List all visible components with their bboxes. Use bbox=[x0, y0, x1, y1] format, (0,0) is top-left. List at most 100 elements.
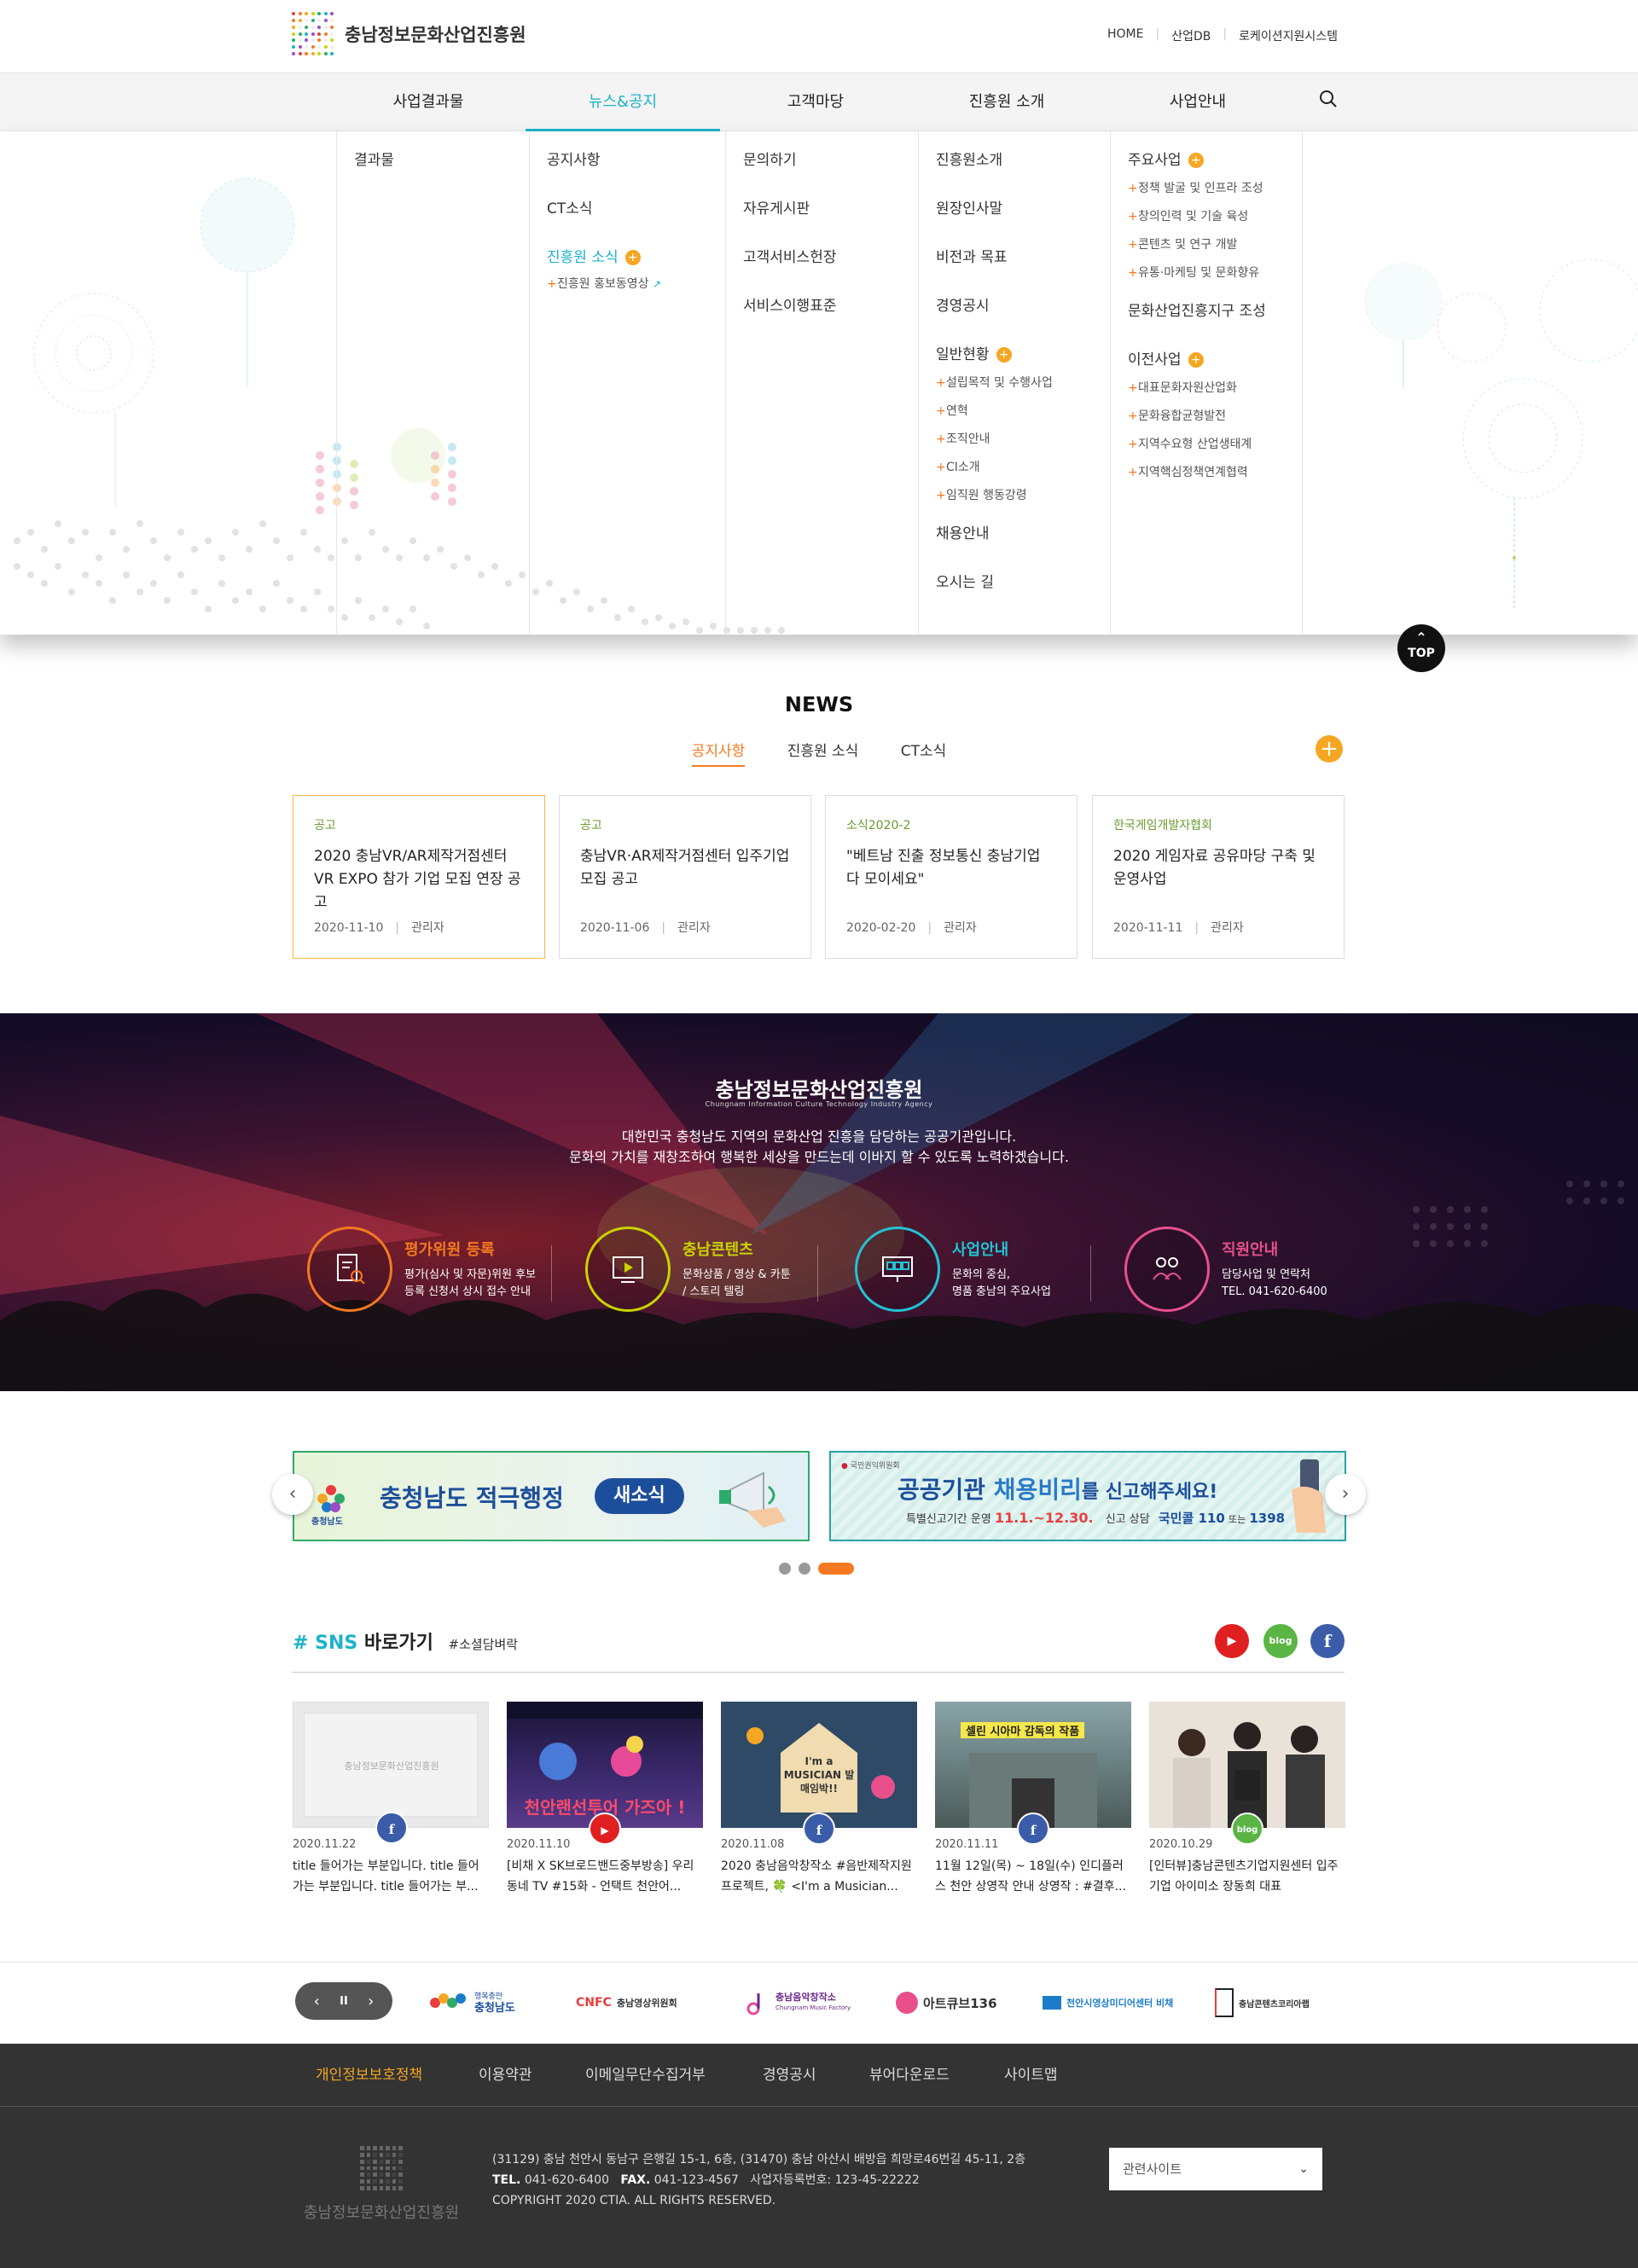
pagination-dot[interactable] bbox=[779, 1563, 791, 1575]
sns-post[interactable]: 충남정보문화산업진흥원 f 2020.11.22 title 들어가는 부분입니… bbox=[293, 1702, 489, 1897]
chevron-left-icon[interactable]: ‹ bbox=[314, 1992, 320, 2010]
footer-link-privacy[interactable]: 개인정보보호정책 bbox=[316, 2044, 422, 2107]
news-meta: 2020-11-06 | 관리자 bbox=[580, 921, 711, 935]
footer-nav: 개인정보보호정책 이용약관 이메일무단수집거부 경영공시 뷰어다운로드 사이트맵 bbox=[0, 2044, 1638, 2107]
footer-link-viewer[interactable]: 뷰어다운로드 bbox=[869, 2044, 950, 2107]
mega-sub-history[interactable]: 연혁 bbox=[936, 397, 1110, 426]
related-sites-select[interactable]: 관련사이트 ⌄ bbox=[1109, 2148, 1322, 2190]
banner-active-admin[interactable]: 충청남도 충청남도 적극행정 새소식 bbox=[293, 1451, 810, 1541]
news-tabs: 공지사항 진흥원 소식 CT소식 bbox=[0, 739, 1638, 767]
mega-link-recruit[interactable]: 채용안내 bbox=[936, 510, 1110, 559]
mega-sub-culture-resource[interactable]: 대표문화자원산업화 bbox=[1128, 374, 1302, 403]
news-card[interactable]: 공고 충남VR·AR제작거점센터 입주기업 모집 공고 2020-11-06 | 관… bbox=[559, 795, 811, 959]
partner-logo[interactable]: 아트큐브136 bbox=[896, 1987, 997, 2018]
banner-next-button[interactable]: › bbox=[1325, 1474, 1366, 1515]
tab-ct-news[interactable]: CT소식 bbox=[901, 739, 947, 765]
mega-link-disclosure[interactable]: 경영공시 bbox=[936, 282, 1110, 331]
logo-dot bbox=[373, 2172, 377, 2178]
mega-link-inquiry[interactable]: 문의하기 bbox=[743, 136, 918, 185]
post-text: [인터뷰]충남콘텐츠기업지원센터 입주기업 아이미소 장동희 대표 bbox=[1149, 1859, 1339, 1894]
mega-link-greeting[interactable]: 원장인사말 bbox=[936, 185, 1110, 234]
facebook-icon[interactable]: f bbox=[1310, 1624, 1345, 1658]
mega-sub-promo-video[interactable]: 진흥원 홍보동영상 ↗ bbox=[547, 270, 725, 299]
mega-sub-ci[interactable]: CI소개 bbox=[936, 454, 1110, 482]
mega-link-charter[interactable]: 고객서비스헌장 bbox=[743, 234, 918, 282]
tab-notice[interactable]: 공지사항 bbox=[691, 739, 746, 767]
mega-link-intro[interactable]: 진흥원소개 bbox=[936, 136, 1110, 185]
footer-link-disclosure[interactable]: 경영공시 bbox=[763, 2044, 816, 2107]
tab-agency-news[interactable]: 진흥원 소식 bbox=[787, 739, 859, 765]
service-evaluator[interactable]: 평가위원 등록 평가(심사 및 자문)위원 후보 등록 신청서 상시 접수 안내 bbox=[307, 1227, 536, 1312]
footer-link-sitemap[interactable]: 사이트맵 bbox=[1004, 2044, 1058, 2107]
sns-post[interactable]: 셀린 시아마 감독의 작품 f 2020.11.11 11월 12일(목) ~ … bbox=[935, 1702, 1131, 1897]
nav-customer[interactable]: 고객마당 bbox=[718, 73, 913, 131]
logo-dot bbox=[298, 12, 302, 15]
expand-icon: + bbox=[996, 347, 1012, 363]
service-business[interactable]: 사업안내 문화의 중심, 명품 충남의 주요사업 bbox=[855, 1227, 1051, 1312]
people-icon bbox=[1124, 1227, 1210, 1312]
footer-info: (31129) 충남 천안시 동남구 은행길 15-1, 6층, (31470)… bbox=[492, 2149, 1025, 2211]
nav-business[interactable]: 사업안내 bbox=[1101, 73, 1295, 131]
pagination-dot[interactable] bbox=[799, 1563, 810, 1575]
news-card[interactable]: 한국게임개발자협회 2020 게임자료 공유마당 구축 및 운영사업 2020-… bbox=[1092, 795, 1345, 959]
mega-sub-code-of-conduct[interactable]: 임직원 행동강령 bbox=[936, 482, 1110, 510]
news-more-button[interactable]: + bbox=[1316, 735, 1343, 763]
util-db-link[interactable]: 산업DB bbox=[1171, 27, 1211, 44]
mega-link-promotion-zone[interactable]: 문화산업진흥지구 조성 bbox=[1128, 287, 1302, 336]
youtube-icon[interactable]: ▶ bbox=[1215, 1624, 1249, 1658]
mega-sub-content-rd[interactable]: 콘텐츠 및 연구 개발 bbox=[1128, 231, 1302, 259]
nav-news[interactable]: 뉴스&공지 bbox=[526, 73, 720, 131]
mega-link-free-board[interactable]: 자유게시판 bbox=[743, 185, 918, 234]
partner-logo[interactable]: CNFC 충남영상위원회 bbox=[576, 1987, 677, 2018]
logo-dot bbox=[398, 2179, 403, 2184]
news-card[interactable]: 공고 2020 충남VR/AR제작거점센터 VR EXPO 참가 기업 모집 연… bbox=[293, 795, 545, 959]
scroll-top-button[interactable]: ⌃ TOP bbox=[1397, 624, 1445, 672]
blog-icon[interactable]: blog bbox=[1263, 1624, 1298, 1658]
service-staff[interactable]: 직원안내 담당사업 및 연락처 TEL. 041-620-6400 bbox=[1124, 1227, 1327, 1312]
pause-icon[interactable]: II bbox=[340, 1995, 348, 2008]
nav-about[interactable]: 진흥원 소개 bbox=[909, 73, 1104, 131]
mega-link-vision[interactable]: 비전과 목표 bbox=[936, 234, 1110, 282]
util-system-link[interactable]: 로케이션지원시스템 bbox=[1239, 27, 1338, 44]
partner-logo[interactable]: 천안시영상미디어센터 비채 bbox=[1043, 1987, 1173, 2018]
partner-logo[interactable]: 행복충만 충청남도 bbox=[428, 1987, 515, 2018]
mega-sub-marketing[interactable]: 유통·마케팅 및 문화향유 bbox=[1128, 259, 1302, 287]
logo-dot bbox=[292, 12, 295, 15]
mega-link-ct-news[interactable]: CT소식 bbox=[547, 185, 725, 234]
logo-dot bbox=[292, 32, 295, 36]
logo-dot bbox=[317, 45, 322, 49]
search-icon[interactable] bbox=[1318, 89, 1339, 109]
mega-link-directions[interactable]: 오시는 길 bbox=[936, 559, 1110, 607]
service-content[interactable]: 충남콘텐츠 문화상품 / 영상 & 카툰 / 스토리 텔링 bbox=[585, 1227, 791, 1312]
mega-link-service-standard[interactable]: 서비스이행표준 bbox=[743, 282, 918, 331]
pagination-dot-active[interactable] bbox=[818, 1563, 854, 1575]
site-logo[interactable]: 충남정보문화산업진흥원 bbox=[292, 12, 526, 56]
partner-logo[interactable]: 충남콘텐츠코리아랩 bbox=[1215, 1987, 1310, 2018]
logo-dot bbox=[330, 18, 334, 22]
logo-dot bbox=[379, 2172, 384, 2178]
nav-results[interactable]: 사업결과물 bbox=[331, 73, 526, 131]
mega-link-results[interactable]: 결과물 bbox=[354, 136, 529, 185]
chevron-right-icon[interactable]: › bbox=[368, 1992, 374, 2010]
mega-sub-talent[interactable]: 창의인력 및 기술 육성 bbox=[1128, 203, 1302, 231]
sns-post[interactable]: I'm a MUSICIAN 발매임박!! f 2020.11.08 2020 … bbox=[721, 1702, 917, 1897]
util-home-link[interactable]: HOME bbox=[1107, 27, 1143, 44]
partner-logo[interactable]: 충남음악창작소 Chungnam Music Factory bbox=[745, 1987, 851, 2018]
sns-heading: # SNS 바로가기 #소셜담벼락 bbox=[293, 1627, 518, 1655]
banner-headline-part: 해주세요! bbox=[1140, 1482, 1218, 1503]
mega-sub-ecosystem[interactable]: 지역수요형 산업생태계 bbox=[1128, 431, 1302, 459]
banner-prev-button[interactable]: ‹ bbox=[272, 1474, 313, 1515]
mega-sub-purpose[interactable]: 설립목적 및 수행사업 bbox=[936, 369, 1110, 397]
footer-link-terms[interactable]: 이용약관 bbox=[479, 2044, 532, 2107]
mega-sub-policy[interactable]: 정책 발굴 및 인프라 조성 bbox=[1128, 175, 1302, 203]
sns-post[interactable]: 천안랜선투어 가즈아 ! ▶ 2020.11.10 [비채 X SK브로드밴드중… bbox=[507, 1702, 703, 1897]
sns-post[interactable]: blog 2020.10.29 [인터뷰]충남콘텐츠기업지원센터 입주기업 아이… bbox=[1149, 1702, 1345, 1897]
mega-sub-organization[interactable]: 조직안내 bbox=[936, 426, 1110, 454]
mega-sub-policy-link[interactable]: 지역핵심정책연계협력 bbox=[1128, 459, 1302, 487]
logo-dot bbox=[379, 2186, 384, 2190]
banner-hiring-report[interactable]: ● 국민권익위원회 공공기관 채용비리를 신고해주세요! 특별신고기간 운영 1… bbox=[829, 1451, 1346, 1541]
news-card[interactable]: 소식2020-2 "베트남 진출 정보통신 충남기업 다 모이세요" 2020-… bbox=[825, 795, 1077, 959]
mega-sub-balance[interactable]: 문화융합균형발전 bbox=[1128, 403, 1302, 431]
mega-link-notice[interactable]: 공지사항 bbox=[547, 136, 725, 185]
footer-link-email-policy[interactable]: 이메일무단수집거부 bbox=[585, 2044, 706, 2107]
